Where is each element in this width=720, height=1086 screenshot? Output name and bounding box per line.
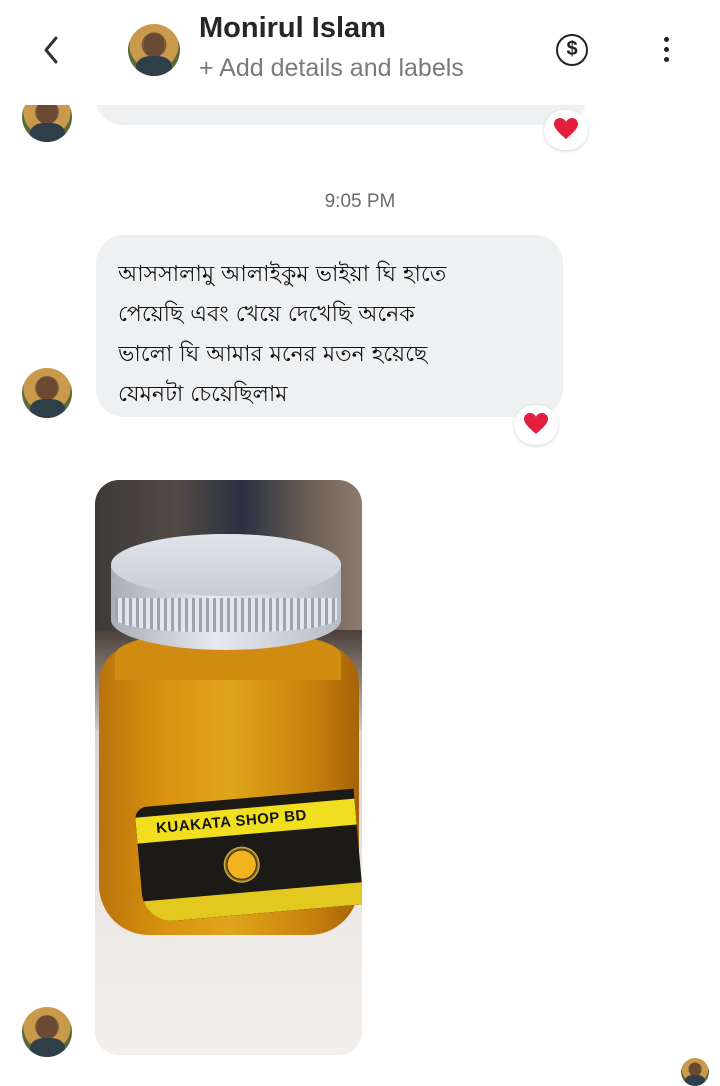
- sender-avatar: [22, 368, 72, 418]
- dollar-circle-icon[interactable]: $: [556, 34, 588, 66]
- message-timestamp: 9:05 PM: [324, 191, 396, 212]
- contact-name[interactable]: Monirul Islam: [199, 12, 386, 45]
- more-vertical-icon[interactable]: [652, 34, 680, 68]
- message-text-line: আসসালামু আলাইকুম ভাইয়া ঘি হাতে: [118, 262, 447, 287]
- message-bubble[interactable]: আসসালামু আলাইকুম ভাইয়া ঘি হাতে পেয়েছি …: [96, 235, 563, 417]
- message-text-line: ভালো ঘি আমার মনের মতন হয়েছে: [118, 342, 428, 367]
- heart-icon: [554, 118, 578, 139]
- contact-avatar[interactable]: [128, 24, 180, 76]
- reaction-badge[interactable]: [544, 110, 588, 150]
- add-details-link[interactable]: + Add details and labels: [199, 54, 464, 83]
- message-text-line: পেয়েছি এবং খেয়ে দেখেছি অনেক: [118, 302, 415, 327]
- seen-receipt-avatar: [681, 1058, 709, 1086]
- reaction-badge[interactable]: [514, 405, 558, 445]
- product-label: KUAKATA SHOP BD: [134, 788, 362, 924]
- camera-watermark: [103, 1028, 145, 1042]
- chevron-left-icon[interactable]: [36, 30, 70, 70]
- sender-avatar: [22, 1007, 72, 1057]
- heart-icon: [524, 413, 548, 434]
- chat-header: Monirul Islam + Add details and labels $: [0, 0, 720, 105]
- image-attachment[interactable]: KUAKATA SHOP BD: [95, 480, 362, 1055]
- message-text-line: যেমনটা চেয়েছিলাম: [118, 382, 288, 407]
